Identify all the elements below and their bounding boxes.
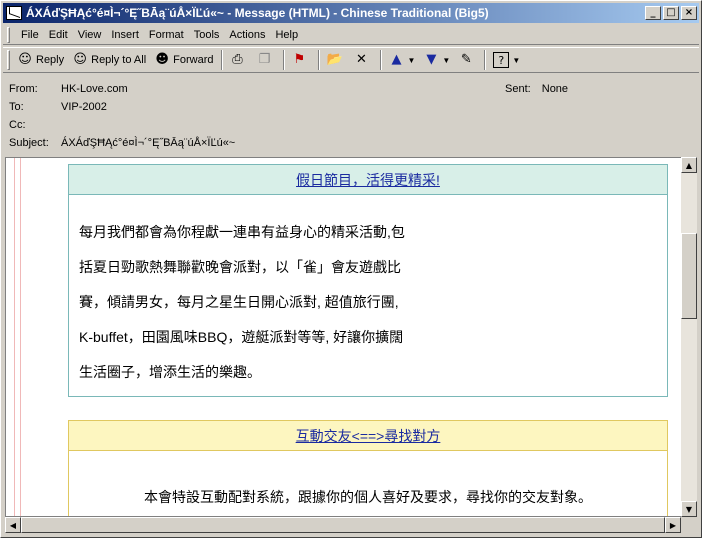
message-body[interactable]: 假日節目，活得更精采! 每月我們都會為你程獻一連串有益身心的精采活動,包 括夏日… — [5, 157, 681, 517]
to-value[interactable]: VIP-2002 — [61, 101, 107, 117]
address-book-button[interactable]: ✎ — [454, 49, 481, 71]
flag-button[interactable]: ⚑ — [288, 49, 315, 71]
toolbar-separator — [317, 50, 320, 70]
help-icon: ? — [493, 52, 510, 68]
toolbar-separator — [379, 50, 382, 70]
to-label: To: — [9, 101, 24, 113]
menu-file[interactable]: File — [16, 29, 44, 41]
print-button[interactable]: ⎙ — [226, 49, 253, 71]
menu-actions[interactable]: Actions — [224, 29, 270, 41]
menu-format[interactable]: Format — [144, 29, 189, 41]
scroll-down-button[interactable]: ▼ — [681, 501, 697, 517]
delete-button[interactable]: ✕ — [350, 49, 377, 71]
body-line: 括夏日勁歌熱舞聯歡晚會派對，以「雀」會友遊戲比 — [79, 259, 401, 275]
sent-row: Sent: None — [505, 83, 568, 95]
scroll-right-button[interactable]: ▶ — [665, 517, 681, 533]
menu-help[interactable]: Help — [270, 29, 303, 41]
menu-grip[interactable] — [7, 26, 10, 43]
menu-tools[interactable]: Tools — [189, 29, 225, 41]
vertical-scroll-thumb[interactable] — [681, 233, 697, 319]
vertical-scrollbar[interactable]: ▲ ▼ — [681, 157, 697, 517]
forward-button[interactable]: ☻ Forward — [150, 49, 217, 71]
from-label: From: — [9, 83, 38, 95]
body-line: 生活圈子，增添生活的樂趣。 — [79, 364, 261, 380]
cc-row: Cc: — [9, 119, 61, 135]
maximize-button[interactable]: □ — [663, 6, 679, 20]
to-row: To: VIP-2002 — [9, 101, 107, 117]
scrollbar-corner — [681, 517, 697, 533]
menu-view[interactable]: View — [73, 29, 107, 41]
scroll-up-button[interactable]: ▲ — [681, 157, 697, 173]
reply-icon: ☺ — [18, 52, 32, 67]
holiday-events-section: 假日節目，活得更精采! 每月我們都會為你程獻一連串有益身心的精采活動,包 括夏日… — [68, 164, 668, 397]
move-folder-icon: 📂 — [326, 52, 343, 67]
sent-label: Sent: — [505, 83, 531, 95]
dropdown-arrow-icon: ▼ — [407, 55, 416, 65]
window-title: ÁXÁďŞĦĄć°é¤Ì¬´°Ę˝BĀą¨úÅ×ÏĽú«~ - Message … — [26, 6, 489, 20]
toolbar-grip[interactable] — [7, 50, 10, 70]
reply-all-label: Reply to All — [91, 54, 147, 66]
interactive-matching-link[interactable]: 互動交友<==>尋找對方 — [296, 426, 441, 446]
reply-label: Reply — [36, 54, 65, 66]
dropdown-arrow-icon: ▼ — [442, 55, 451, 65]
minimize-button[interactable]: _ — [645, 6, 661, 20]
standard-toolbar: ☺ Reply ☺ Reply to All ☻ Forward ⎙ ❐ ⚑ 📂… — [3, 47, 699, 73]
forward-icon: ☻ — [155, 52, 169, 67]
flag-icon: ⚑ — [293, 52, 306, 67]
help-button[interactable]: ? ▼ — [489, 49, 524, 71]
from-row: From: HK-Love.com — [9, 83, 128, 99]
subject-row: Subject: ÁXÁďŞĦĄć°é¤Ì¬´°Ę˝BĀą¨úÅ×ÏĽú«~ — [9, 137, 235, 153]
horizontal-scrollbar[interactable]: ◀ ▶ — [5, 517, 681, 533]
from-value[interactable]: HK-Love.com — [61, 83, 128, 99]
copy-icon: ❐ — [258, 52, 271, 67]
dropdown-arrow-icon: ▼ — [512, 55, 521, 65]
close-button[interactable]: × — [681, 6, 697, 20]
previous-item-button[interactable]: ▲ ▼ — [385, 49, 420, 71]
scroll-left-button[interactable]: ◀ — [5, 517, 21, 533]
margin-line — [20, 158, 21, 516]
holiday-events-link[interactable]: 假日節目，活得更精采! — [296, 170, 440, 190]
menu-edit[interactable]: Edit — [44, 29, 73, 41]
toolbar-separator — [220, 50, 223, 70]
printer-icon: ⎙ — [232, 52, 243, 67]
title-bar[interactable]: ÁXÁďŞĦĄć°é¤Ì¬´°Ę˝BĀą¨úÅ×ÏĽú«~ - Message … — [3, 3, 699, 23]
menu-bar: File Edit View Insert Format Tools Actio… — [3, 25, 699, 45]
section-header: 互動交友<==>尋找對方 — [69, 421, 667, 451]
envelope-icon — [6, 6, 22, 20]
section-body: 每月我們都會為你程獻一連串有益身心的精采活動,包 括夏日勁歌熱舞聯歡晚會派對，以… — [69, 195, 667, 390]
interactive-matching-section: 互動交友<==>尋找對方 本會特設互動配對系統，跟據你的個人喜好及要求，尋找你的… — [68, 420, 668, 516]
copy-button[interactable]: ❐ — [253, 49, 280, 71]
subject-label: Subject: — [9, 137, 49, 149]
section-header: 假日節目，活得更精采! — [69, 165, 667, 195]
body-line: 賽，傾請男女，每月之星生日開心派對, 超值旅行團, — [79, 294, 399, 310]
delete-icon: ✕ — [356, 52, 367, 67]
reply-all-icon: ☺ — [73, 52, 87, 67]
message-header: From: HK-Love.com Sent: None To: VIP-200… — [3, 77, 699, 155]
body-line: K-buffet，田園風味BBQ，遊艇派對等等, 好讓你擴闊 — [79, 329, 404, 345]
down-arrow-icon: ▼ — [426, 52, 437, 67]
margin-line — [14, 158, 15, 516]
menu-insert[interactable]: Insert — [106, 29, 144, 41]
section-body: 本會特設互動配對系統，跟據你的個人喜好及要求，尋找你的交友對象。 — [69, 451, 667, 507]
subject-value: ÁXÁďŞĦĄć°é¤Ì¬´°Ę˝BĀą¨úÅ×ÏĽú«~ — [61, 137, 236, 149]
move-to-folder-button[interactable]: 📂 — [323, 49, 350, 71]
reply-all-button[interactable]: ☺ Reply to All — [68, 49, 150, 71]
toolbar-separator — [484, 50, 487, 70]
up-arrow-icon: ▲ — [391, 52, 402, 67]
toolbar-separator — [282, 50, 285, 70]
address-book-icon: ✎ — [460, 52, 472, 67]
body-line: 本會特設互動配對系統，跟據你的個人喜好及要求，尋找你的交友對象。 — [144, 489, 592, 505]
cc-label: Cc: — [9, 119, 26, 131]
reply-button[interactable]: ☺ Reply — [13, 49, 68, 71]
body-line: 每月我們都會為你程獻一連串有益身心的精采活動,包 — [79, 224, 405, 240]
outlook-message-window: ÁXÁďŞĦĄć°é¤Ì¬´°Ę˝BĀą¨úÅ×ÏĽú«~ - Message … — [0, 0, 702, 538]
horizontal-scroll-thumb[interactable] — [21, 517, 665, 533]
sent-value: None — [541, 83, 569, 95]
next-item-button[interactable]: ▼ ▼ — [419, 49, 454, 71]
forward-label: Forward — [173, 54, 214, 66]
